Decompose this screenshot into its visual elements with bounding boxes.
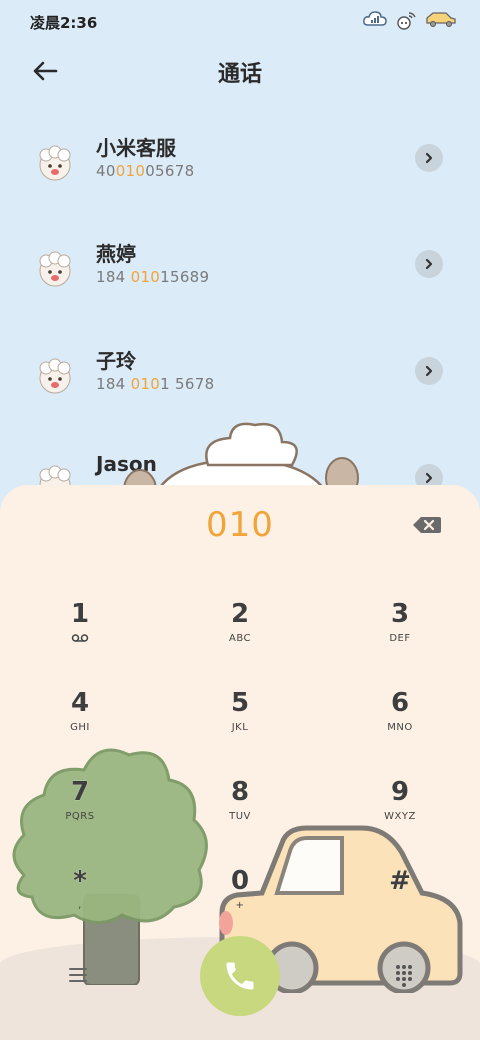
chevron-right-icon bbox=[425, 152, 433, 164]
voicemail-icon bbox=[71, 634, 89, 642]
status-bar: 凌晨2:36 bbox=[0, 0, 480, 42]
key-3[interactable]: 3 DEF bbox=[340, 599, 460, 671]
dialed-number: 010 bbox=[206, 505, 274, 545]
dialpad-panel: 010 1 2 ABC 3 DEF 4 GHI 5 JKL 6 MNO 7 PQ… bbox=[0, 485, 480, 1040]
chevron-right-icon bbox=[425, 365, 433, 377]
chevron-right-icon bbox=[425, 472, 433, 484]
key-hash[interactable]: # bbox=[340, 866, 460, 938]
dialpad-icon bbox=[396, 965, 412, 987]
keypad-toggle-button[interactable] bbox=[384, 957, 424, 993]
tree-illustration bbox=[12, 748, 208, 985]
chevron-right-icon bbox=[425, 258, 433, 270]
contact-row[interactable]: 子玲 184 0101 5678 bbox=[0, 339, 480, 419]
contact-number: 184 0101 5678 bbox=[96, 375, 215, 393]
menu-icon bbox=[69, 968, 87, 982]
page-title: 通话 bbox=[217, 62, 262, 87]
contact-row[interactable]: 小米客服 4001005678 bbox=[0, 126, 480, 206]
contact-name: 燕婷 bbox=[96, 242, 136, 266]
key-4[interactable]: 4 GHI bbox=[20, 688, 140, 760]
contact-name: 小米客服 bbox=[96, 136, 176, 160]
number-match: 010 bbox=[130, 268, 161, 286]
number-match: 010 bbox=[130, 375, 161, 393]
contact-detail-button[interactable] bbox=[415, 144, 443, 172]
avatar bbox=[39, 251, 71, 287]
contact-detail-button[interactable] bbox=[415, 357, 443, 385]
key-2[interactable]: 2 ABC bbox=[180, 599, 300, 671]
phone-icon bbox=[226, 962, 254, 990]
avatar bbox=[39, 358, 71, 394]
battery-car-icon bbox=[426, 12, 456, 27]
key-6[interactable]: 6 MNO bbox=[340, 688, 460, 760]
key-8[interactable]: 8 TUV bbox=[180, 777, 300, 849]
signal-cloud-icon bbox=[363, 11, 387, 26]
key-9[interactable]: 9 WXYZ bbox=[340, 777, 460, 849]
key-5[interactable]: 5 JKL bbox=[180, 688, 300, 760]
backspace-button[interactable] bbox=[412, 515, 442, 535]
number-match: 010 bbox=[115, 162, 146, 180]
backspace-icon bbox=[413, 517, 441, 533]
status-icons bbox=[362, 8, 458, 30]
key-star[interactable]: * , bbox=[20, 866, 140, 938]
menu-button[interactable] bbox=[64, 963, 92, 987]
call-button[interactable] bbox=[200, 936, 280, 1016]
contact-name: 子玲 bbox=[96, 349, 136, 373]
contact-detail-button[interactable] bbox=[415, 250, 443, 278]
status-time: 凌晨2:36 bbox=[30, 14, 98, 32]
contact-row[interactable]: 燕婷 184 01015689 bbox=[0, 232, 480, 312]
wifi-sheep-icon bbox=[397, 12, 416, 30]
avatar bbox=[39, 145, 71, 181]
key-1[interactable]: 1 bbox=[20, 599, 140, 671]
contact-number: 184 01015689 bbox=[96, 268, 210, 286]
key-0[interactable]: 0 + bbox=[180, 866, 300, 938]
contact-number: 4001005678 bbox=[96, 162, 195, 180]
key-7[interactable]: 7 PQRS bbox=[20, 777, 140, 849]
header: 通话 bbox=[0, 46, 480, 96]
